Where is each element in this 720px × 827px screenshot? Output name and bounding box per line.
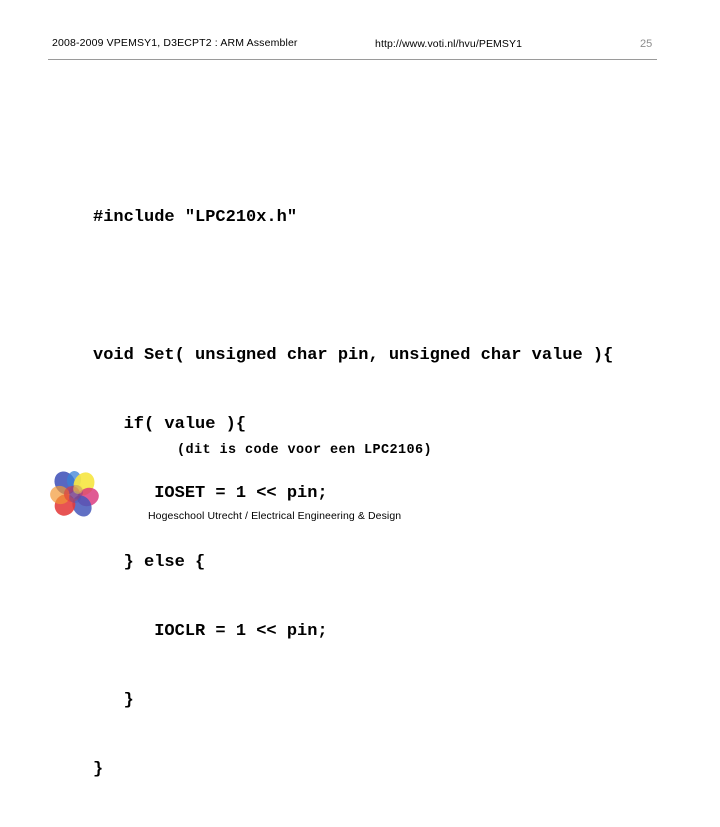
course-url[interactable]: http://www.voti.nl/hvu/PEMSY1 [375, 38, 522, 51]
code-line: if( value ){ [93, 415, 247, 434]
code-line: void Set( unsigned char pin, unsigned ch… [93, 346, 614, 365]
code-line: } [93, 760, 104, 779]
code-caption: (dit is code voor een LPC2106) [177, 443, 433, 458]
code-line: } else { [93, 553, 206, 572]
code-line: IOCLR = 1 << pin; [93, 622, 328, 641]
code-line: #include "LPC210x.h" [93, 208, 298, 227]
header-divider [48, 59, 657, 60]
slide-canvas: 2008-2009 VPEMSY1, D3ECPT2 : ARM Assembl… [0, 0, 720, 779]
footer-institution: Hogeschool Utrecht / Electrical Engineer… [148, 510, 402, 522]
hogeschool-utrecht-pinwheel-logo [44, 464, 104, 524]
code-block: #include "LPC210x.h" void Set( unsigned … [93, 160, 613, 827]
course-title: 2008-2009 VPEMSY1, D3ECPT2 : ARM Assembl… [52, 37, 298, 49]
code-line: IOSET = 1 << pin; [93, 484, 328, 503]
page-number: 25 [640, 38, 653, 50]
code-line: } [93, 691, 134, 710]
